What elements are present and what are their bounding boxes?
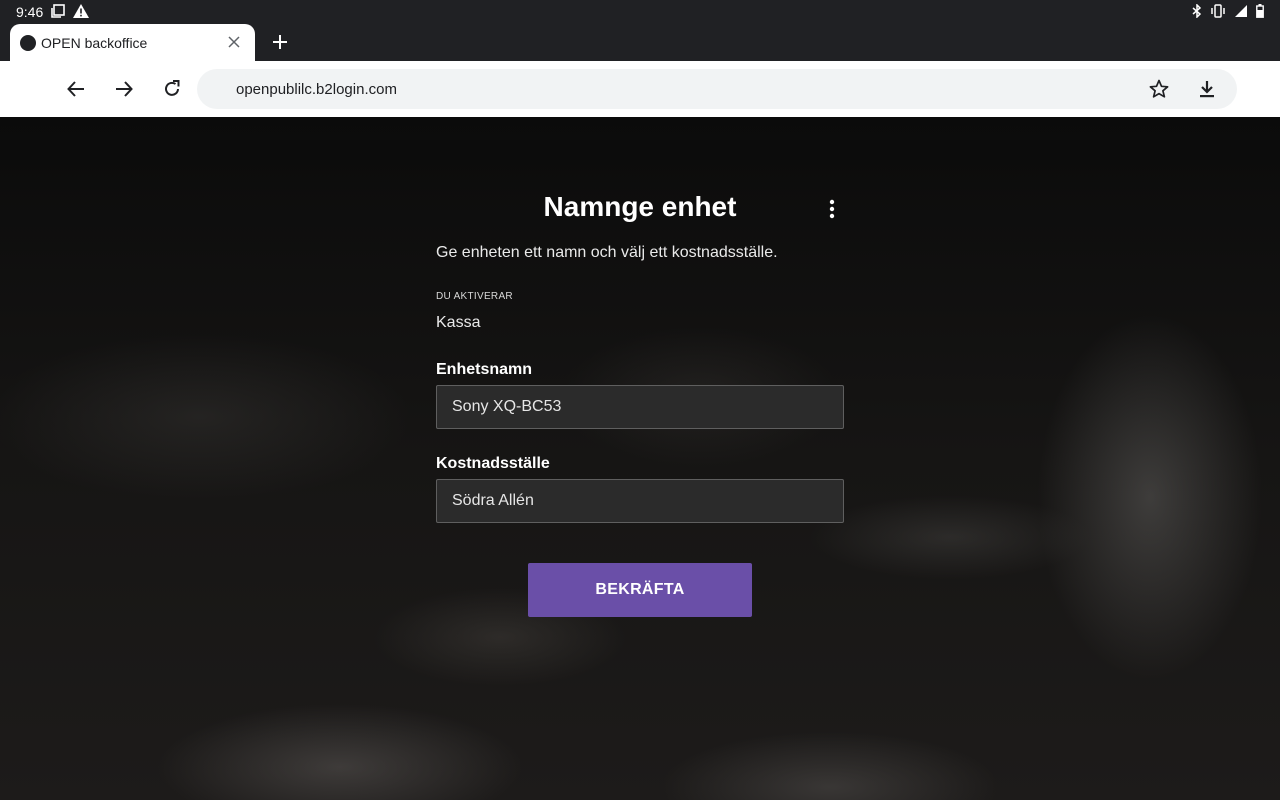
signal-icon [1234, 4, 1248, 20]
vibrate-icon [1210, 4, 1226, 20]
url-text[interactable]: openpublilc.b2login.com [236, 81, 397, 98]
close-tab-button[interactable] [223, 32, 245, 53]
favicon-icon [20, 34, 36, 51]
bluetooth-icon [1192, 3, 1202, 20]
close-icon [228, 36, 240, 48]
more-options-button[interactable] [822, 195, 842, 223]
download-icon [1200, 81, 1214, 98]
form-description: Ge enheten ett namn och välj ett kostnad… [436, 244, 778, 261]
status-left: 9:46 [16, 4, 90, 20]
page-content: Namnge enhet Ge enheten ett namn och väl… [0, 117, 1280, 800]
activating-label: DU AKTIVERAR [436, 291, 513, 302]
forward-arrow-icon [116, 81, 133, 97]
warning-icon [73, 4, 90, 20]
back-arrow-icon [67, 81, 84, 97]
forward-button[interactable] [110, 75, 138, 103]
cost-center-label: Kostnadsställe [436, 455, 550, 472]
status-time: 9:46 [16, 4, 44, 20]
browser-toolbar: openpublilc.b2login.com [0, 61, 1280, 117]
cost-center-input[interactable] [436, 479, 844, 523]
star-icon [1149, 79, 1169, 98]
download-button[interactable] [1193, 75, 1221, 103]
page-title: Namnge enhet [543, 191, 737, 222]
new-tab-button[interactable] [266, 28, 294, 56]
reload-button[interactable] [158, 75, 186, 103]
activating-value: Kassa [436, 314, 481, 331]
back-button[interactable] [62, 75, 90, 103]
tab-title: OPEN backoffice [41, 34, 148, 51]
confirm-button[interactable]: BEKRÄFTA [528, 563, 752, 617]
screenshot-icon [51, 4, 66, 20]
status-right [1192, 3, 1264, 20]
device-name-input[interactable] [436, 385, 844, 429]
plus-icon [273, 35, 287, 49]
bookmark-button[interactable] [1145, 75, 1173, 103]
more-vertical-icon [829, 199, 835, 219]
reload-icon [165, 80, 180, 96]
status-bar: 9:46 [0, 0, 1280, 24]
battery-icon [1256, 4, 1264, 20]
device-name-label: Enhetsnamn [436, 361, 533, 378]
browser-tab[interactable]: OPEN backoffice [10, 24, 255, 61]
address-bar[interactable]: openpublilc.b2login.com [197, 69, 1237, 109]
tab-strip: OPEN backoffice [0, 24, 1280, 61]
